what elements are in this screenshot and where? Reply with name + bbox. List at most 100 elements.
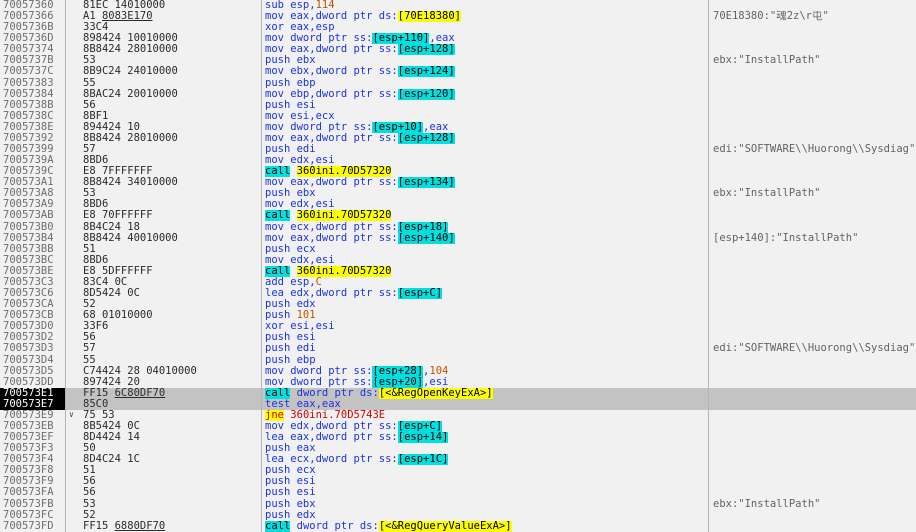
- bytes-cell[interactable]: 8D4424 14: [65, 432, 261, 443]
- instruction-cell[interactable]: push 101: [261, 310, 708, 321]
- instruction-cell[interactable]: push ecx: [261, 244, 708, 255]
- address-cell[interactable]: 700573C3: [0, 277, 65, 288]
- bytes-cell[interactable]: 85C0: [65, 399, 261, 410]
- address-cell[interactable]: 700573A1: [0, 177, 65, 188]
- instruction-cell[interactable]: lea edx,dword ptr ss:[esp+C]: [261, 288, 708, 299]
- comment-cell[interactable]: [708, 177, 916, 188]
- comment-cell[interactable]: [708, 22, 916, 33]
- disasm-row[interactable]: 700573B08B4C24 18mov ecx,dword ptr ss:[e…: [0, 222, 916, 233]
- disasm-row[interactable]: 700573FDFF15 6880DF70call dword ptr ds:[…: [0, 521, 916, 532]
- address-cell[interactable]: 700573EB: [0, 421, 65, 432]
- bytes-cell[interactable]: FF15 6880DF70: [65, 521, 261, 532]
- instruction-cell[interactable]: mov dword ptr ss:[esp+28],104: [261, 366, 708, 377]
- instruction-cell[interactable]: jne 360ini.70D5743E: [261, 410, 708, 421]
- disasm-row[interactable]: 700573BC8BD6mov edx,esi: [0, 255, 916, 266]
- bytes-cell[interactable]: 8B9C24 24010000: [65, 66, 261, 77]
- bytes-cell[interactable]: 53: [65, 188, 261, 199]
- bytes-cell[interactable]: 51: [65, 465, 261, 476]
- bytes-cell[interactable]: 51: [65, 244, 261, 255]
- disasm-row[interactable]: 700573F851push ecx: [0, 465, 916, 476]
- bytes-cell[interactable]: 33F6: [65, 321, 261, 332]
- bytes-cell[interactable]: 8BD6: [65, 255, 261, 266]
- instruction-cell[interactable]: push esi: [261, 476, 708, 487]
- instruction-cell[interactable]: push esi: [261, 487, 708, 498]
- bytes-cell[interactable]: C74424 28 04010000: [65, 366, 261, 377]
- comment-cell[interactable]: ebx:"InstallPath": [708, 499, 916, 510]
- disasm-row[interactable]: 700573FB53push ebxebx:"InstallPath": [0, 499, 916, 510]
- address-cell[interactable]: 700573D5: [0, 366, 65, 377]
- address-cell[interactable]: 700573D3: [0, 343, 65, 354]
- comment-cell[interactable]: [708, 100, 916, 111]
- address-cell[interactable]: 7005738B: [0, 100, 65, 111]
- instruction-cell[interactable]: lea ecx,dword ptr ss:[esp+1C]: [261, 454, 708, 465]
- instruction-cell[interactable]: call dword ptr ds:[<&RegOpenKeyExA>]: [261, 388, 708, 399]
- instruction-cell[interactable]: push ebx: [261, 499, 708, 510]
- disasm-row[interactable]: 700573928B8424 28010000mov eax,dword ptr…: [0, 133, 916, 144]
- bytes-cell[interactable]: 8B4C24 18: [65, 222, 261, 233]
- bytes-cell[interactable]: 898424 10010000: [65, 33, 261, 44]
- instruction-cell[interactable]: call dword ptr ds:[<&RegQueryValueExA>]: [261, 521, 708, 532]
- disasm-row[interactable]: 7005736D898424 10010000mov dword ptr ss:…: [0, 33, 916, 44]
- disasm-row[interactable]: 7005738E894424 10mov dword ptr ss:[esp+1…: [0, 122, 916, 133]
- bytes-cell[interactable]: 57: [65, 144, 261, 155]
- disasm-row[interactable]: 700573F48D4C24 1Clea ecx,dword ptr ss:[e…: [0, 454, 916, 465]
- address-cell[interactable]: 70057366: [0, 11, 65, 22]
- instruction-cell[interactable]: push ebx: [261, 55, 708, 66]
- disasm-row[interactable]: 7005737B53push ebxebx:"InstallPath": [0, 55, 916, 66]
- bytes-cell[interactable]: 8BF1: [65, 111, 261, 122]
- bytes-cell[interactable]: 83C4 0C: [65, 277, 261, 288]
- comment-cell[interactable]: [708, 210, 916, 221]
- comment-cell[interactable]: [708, 266, 916, 277]
- comment-cell[interactable]: [708, 244, 916, 255]
- disasm-row[interactable]: 7005739A8BD6mov edx,esi: [0, 155, 916, 166]
- address-cell[interactable]: 700573BC: [0, 255, 65, 266]
- address-cell[interactable]: 700573FC: [0, 510, 65, 521]
- instruction-cell[interactable]: mov ebx,dword ptr ss:[esp+124]: [261, 66, 708, 77]
- address-cell[interactable]: 700573C6: [0, 288, 65, 299]
- bytes-cell[interactable]: 8B8424 34010000: [65, 177, 261, 188]
- instruction-cell[interactable]: push eax: [261, 443, 708, 454]
- address-cell[interactable]: 700573E1: [0, 388, 65, 399]
- disasm-row[interactable]: 700573D5C74424 28 04010000mov dword ptr …: [0, 366, 916, 377]
- address-cell[interactable]: 700573FD: [0, 521, 65, 532]
- disasm-row[interactable]: 700573DD897424 20mov dword ptr ss:[esp+2…: [0, 377, 916, 388]
- comment-cell[interactable]: ebx:"InstallPath": [708, 55, 916, 66]
- instruction-cell[interactable]: xor esi,esi: [261, 321, 708, 332]
- disasm-row[interactable]: 700573D256push esi: [0, 332, 916, 343]
- disasm-row[interactable]: 700573EB8B5424 0Cmov edx,dword ptr ss:[e…: [0, 421, 916, 432]
- disasm-row[interactable]: 700573A18B8424 34010000mov eax,dword ptr…: [0, 177, 916, 188]
- bytes-cell[interactable]: 8D4C24 1C: [65, 454, 261, 465]
- comment-cell[interactable]: [708, 321, 916, 332]
- disasm-row[interactable]: 700573A98BD6mov edx,esi: [0, 199, 916, 210]
- comment-cell[interactable]: [708, 388, 916, 399]
- address-cell[interactable]: 700573D2: [0, 332, 65, 343]
- instruction-cell[interactable]: add esp,C: [261, 277, 708, 288]
- disasm-row[interactable]: 700573FC52push edx: [0, 510, 916, 521]
- disasm-row[interactable]: 700573B48B8424 40010000mov eax,dword ptr…: [0, 233, 916, 244]
- comment-cell[interactable]: [708, 155, 916, 166]
- disasm-row[interactable]: 700573E785C0test eax,eax: [0, 399, 916, 410]
- comment-cell[interactable]: [708, 421, 916, 432]
- address-cell[interactable]: 700573AB: [0, 210, 65, 221]
- address-cell[interactable]: 7005736B: [0, 22, 65, 33]
- address-cell[interactable]: 7005739C: [0, 166, 65, 177]
- instruction-cell[interactable]: call 360ini.70D57320: [261, 266, 708, 277]
- disasm-row[interactable]: 700573748B8424 28010000mov eax,dword ptr…: [0, 44, 916, 55]
- bytes-cell[interactable]: A1 8083E170: [65, 11, 261, 22]
- bytes-cell[interactable]: 56: [65, 100, 261, 111]
- instruction-cell[interactable]: mov eax,dword ptr ds:[70E18380]: [261, 11, 708, 22]
- address-cell[interactable]: 700573CA: [0, 299, 65, 310]
- address-cell[interactable]: 700573D0: [0, 321, 65, 332]
- address-cell[interactable]: 7005738C: [0, 111, 65, 122]
- comment-cell[interactable]: [708, 454, 916, 465]
- comment-cell[interactable]: [708, 166, 916, 177]
- comment-cell[interactable]: [708, 111, 916, 122]
- disasm-row[interactable]: 700573CA52push edx: [0, 299, 916, 310]
- address-cell[interactable]: 7005737C: [0, 66, 65, 77]
- address-cell[interactable]: 700573BE: [0, 266, 65, 277]
- instruction-cell[interactable]: push ebx: [261, 188, 708, 199]
- address-cell[interactable]: 70057383: [0, 78, 65, 89]
- disasm-row[interactable]: 7005739CE8 7FFFFFFFcall 360ini.70D57320: [0, 166, 916, 177]
- instruction-cell[interactable]: mov ecx,dword ptr ss:[esp+18]: [261, 222, 708, 233]
- instruction-cell[interactable]: push esi: [261, 332, 708, 343]
